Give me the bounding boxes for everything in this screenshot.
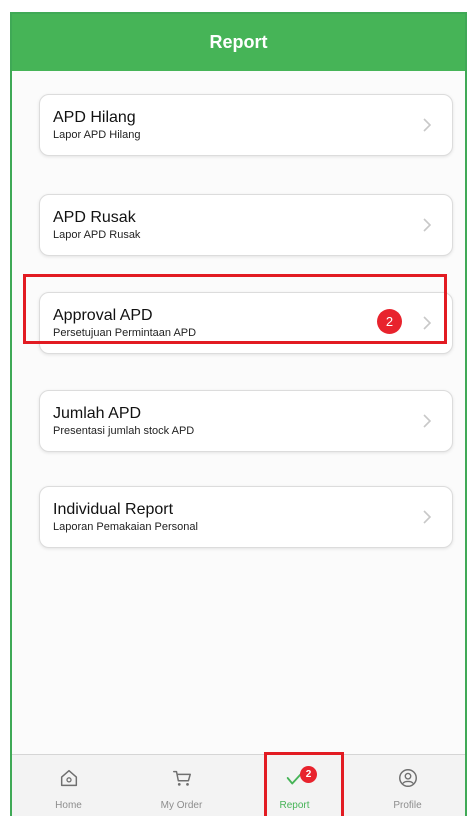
tab-label: Home xyxy=(55,800,82,811)
home-icon xyxy=(60,769,77,787)
tab-label: Report xyxy=(279,800,310,811)
notification-badge: 2 xyxy=(377,309,402,334)
menu-item-approval-apd[interactable]: Approval APD Persetujuan Permintaan APD … xyxy=(39,292,453,354)
menu-item-subtitle: Laporan Pemakaian Personal xyxy=(53,521,198,533)
menu-item-subtitle: Lapor APD Rusak xyxy=(53,229,141,241)
menu-item-title: APD Hilang xyxy=(53,109,136,126)
chevron-right-icon xyxy=(423,414,432,428)
menu-item-title: Jumlah APD xyxy=(53,405,142,422)
tab-label: My Order xyxy=(160,800,203,811)
menu-item-title: Approval APD xyxy=(53,307,153,324)
menu-item-subtitle: Lapor APD Hilang xyxy=(53,129,141,141)
profile-icon xyxy=(398,769,417,787)
menu-item-subtitle: Presentasi jumlah stock APD xyxy=(53,425,195,437)
tab-notification-badge: 2 xyxy=(300,766,317,783)
header-bar: Report xyxy=(12,14,465,71)
tab-profile[interactable]: Profile xyxy=(351,755,464,816)
page-title: Report xyxy=(209,32,268,52)
chevron-right-icon xyxy=(423,218,432,232)
tab-my-order[interactable]: My Order xyxy=(125,755,238,816)
menu-item-subtitle: Persetujuan Permintaan APD xyxy=(53,327,197,339)
chevron-right-icon xyxy=(423,510,432,524)
app-frame: Report APD Hilang Lapor APD Hilang APD R… xyxy=(10,12,467,816)
tab-label: Profile xyxy=(393,800,422,811)
menu-item-apd-hilang[interactable]: APD Hilang Lapor APD Hilang xyxy=(39,94,453,156)
bottom-tab-bar: Home My Order 2 Report Profile xyxy=(12,754,465,816)
menu-item-individual-report[interactable]: Individual Report Laporan Pemakaian Pers… xyxy=(39,486,453,548)
menu-item-jumlah-apd[interactable]: Jumlah APD Presentasi jumlah stock APD xyxy=(39,390,453,452)
menu-item-title: APD Rusak xyxy=(53,209,136,226)
tab-home[interactable]: Home xyxy=(12,755,125,816)
chevron-right-icon xyxy=(423,118,432,132)
cart-icon xyxy=(172,770,191,786)
chevron-right-icon xyxy=(423,316,432,330)
tab-report[interactable]: 2 Report xyxy=(238,755,351,816)
menu-item-apd-rusak[interactable]: APD Rusak Lapor APD Rusak xyxy=(39,194,453,256)
menu-item-title: Individual Report xyxy=(53,501,174,518)
